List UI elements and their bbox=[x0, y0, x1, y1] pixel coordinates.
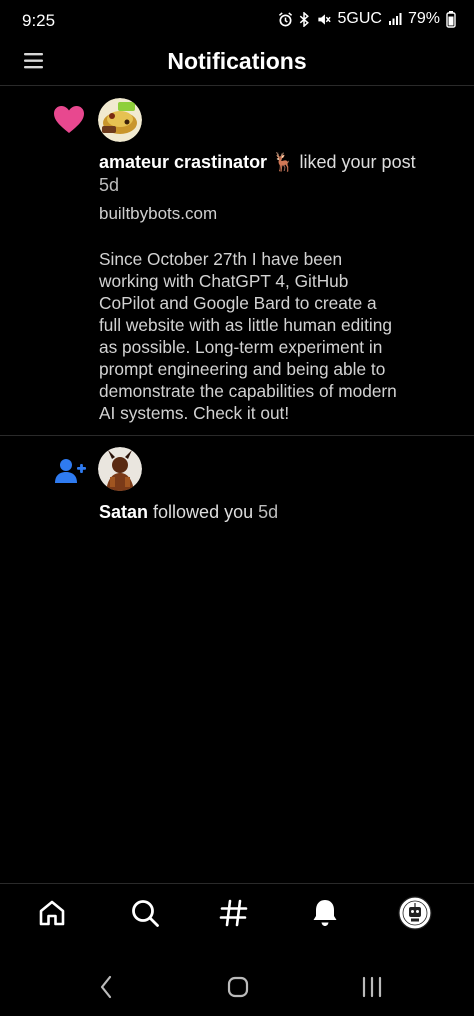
action-text: followed you bbox=[148, 502, 259, 522]
notification-text: amateur crastinator 🦌 liked your post bbox=[99, 151, 454, 174]
battery-percent: 79% bbox=[407, 10, 440, 27]
actor-name[interactable]: amateur crastinator bbox=[99, 152, 267, 172]
hashtag-icon[interactable] bbox=[219, 898, 249, 928]
notification-follow[interactable]: Satan followed you 5d bbox=[0, 437, 474, 537]
profile-avatar[interactable] bbox=[398, 896, 432, 930]
action-text: liked your post bbox=[294, 152, 416, 172]
home-circle-icon[interactable] bbox=[226, 974, 250, 1000]
post-line: AI systems. Check it out! bbox=[99, 403, 290, 423]
user-plus-icon bbox=[55, 459, 86, 483]
post-line: CoPilot and Google Bard to create a bbox=[99, 293, 377, 313]
top-app-bar: Notifications bbox=[0, 40, 474, 86]
recents-icon[interactable] bbox=[360, 974, 384, 1000]
bottom-navigation bbox=[0, 883, 474, 945]
alarm-icon bbox=[278, 11, 292, 26]
post-line: working with ChatGPT 4, GitHub bbox=[99, 271, 349, 291]
avatar-amateur-crastinator[interactable] bbox=[98, 98, 142, 142]
status-icons: 5GUC 79% bbox=[278, 10, 456, 28]
status-time: 9:25 bbox=[22, 11, 56, 30]
notifications-bell-icon[interactable] bbox=[310, 898, 340, 928]
post-line: Since October 27th I have been bbox=[99, 249, 343, 269]
notification-text: Satan followed you 5d bbox=[99, 501, 454, 524]
actor-emoji: 🦌 bbox=[272, 152, 295, 172]
notification-time: 5d bbox=[99, 175, 120, 195]
post-line: prompt engineering and being able to bbox=[99, 359, 386, 379]
search-icon[interactable] bbox=[130, 898, 160, 928]
post-link[interactable]: builtbybots.com bbox=[99, 204, 217, 224]
post-line: full website with as little human editin… bbox=[99, 315, 392, 335]
mute-icon bbox=[317, 13, 331, 25]
post-line: as possible. Long-term experiment in bbox=[99, 337, 383, 357]
avatar-satan[interactable] bbox=[98, 447, 142, 491]
actor-name[interactable]: Satan bbox=[99, 502, 148, 522]
post-line: demonstrate the capabilities of modern bbox=[99, 381, 397, 401]
status-bar: 9:25 5GUC 79% bbox=[0, 0, 474, 40]
network-label: 5GUC bbox=[337, 10, 382, 27]
bluetooth-icon bbox=[299, 11, 309, 27]
notification-time: 5d bbox=[258, 502, 279, 522]
notification-like[interactable]: amateur crastinator 🦌 liked your post 5d… bbox=[0, 87, 474, 436]
page-title: Notifications bbox=[167, 48, 307, 74]
heart-icon bbox=[54, 106, 84, 133]
system-navigation bbox=[0, 960, 474, 1016]
signal-icon bbox=[388, 13, 402, 25]
battery-icon bbox=[446, 10, 456, 28]
back-icon[interactable] bbox=[98, 974, 114, 1000]
home-icon[interactable] bbox=[37, 898, 67, 928]
post-body[interactable]: Since October 27th I have been working w… bbox=[99, 248, 459, 424]
